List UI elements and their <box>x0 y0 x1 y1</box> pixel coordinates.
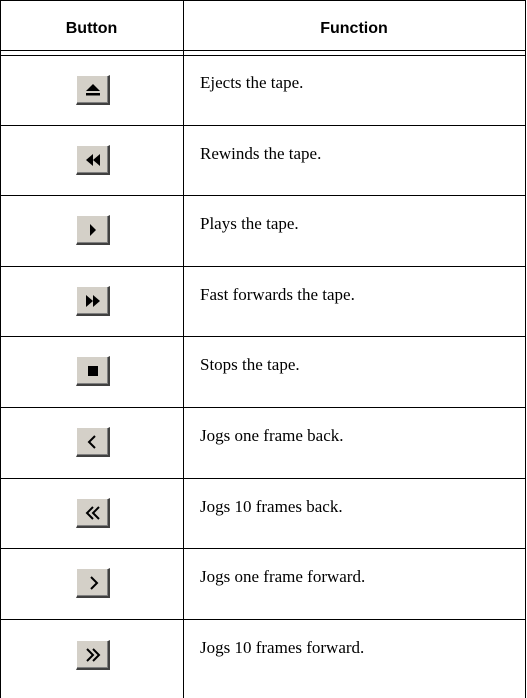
function-text: Rewinds the tape. <box>200 144 322 163</box>
table-row: Jogs 10 frames back. <box>0 479 525 549</box>
table-right-border <box>525 0 526 698</box>
jog-forward-ten-icon <box>86 648 101 662</box>
function-text: Fast forwards the tape. <box>200 285 355 304</box>
jog-back-ten-button[interactable] <box>76 498 110 528</box>
table-row: Ejects the tape. <box>0 55 525 126</box>
stop-icon <box>88 366 98 376</box>
rewind-button[interactable] <box>76 145 110 175</box>
table-row: Stops the tape. <box>0 337 525 408</box>
header-rule-upper <box>0 50 525 51</box>
jog-back-one-button[interactable] <box>76 427 110 457</box>
play-icon <box>90 224 96 236</box>
table-row: Plays the tape. <box>0 196 525 267</box>
function-text: Jogs 10 frames back. <box>200 497 343 516</box>
jog-back-ten-icon <box>85 506 100 520</box>
function-text: Jogs one frame forward. <box>200 567 366 586</box>
jog-back-one-icon <box>87 435 96 449</box>
eject-icon <box>86 84 100 96</box>
fast-forward-button[interactable] <box>76 286 110 316</box>
stop-button[interactable] <box>76 356 110 386</box>
fast-forward-icon <box>86 295 100 307</box>
table-row: Jogs one frame back. <box>0 408 525 479</box>
jog-forward-one-button[interactable] <box>76 568 110 598</box>
function-text: Jogs one frame back. <box>200 426 344 445</box>
function-text: Ejects the tape. <box>200 73 304 92</box>
header-function: Function <box>320 20 388 37</box>
table-row: Jogs one frame forward. <box>0 549 525 620</box>
table-row: Rewinds the tape. <box>0 126 525 196</box>
function-text: Plays the tape. <box>200 214 299 233</box>
eject-button[interactable] <box>76 75 110 105</box>
function-text: Stops the tape. <box>200 355 300 374</box>
rewind-icon <box>86 154 100 166</box>
play-button[interactable] <box>76 215 110 245</box>
table-row: Jogs 10 frames forward. <box>0 620 525 698</box>
table-row: Fast forwards the tape. <box>0 267 525 337</box>
function-text: Jogs 10 frames forward. <box>200 638 365 657</box>
header-button: Button <box>65 20 118 37</box>
jog-forward-ten-button[interactable] <box>76 640 110 670</box>
jog-forward-one-icon <box>90 576 99 590</box>
